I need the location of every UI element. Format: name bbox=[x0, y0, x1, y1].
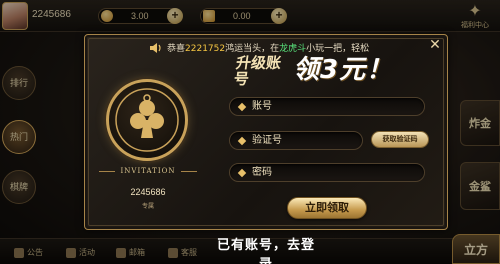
club-suit-icon bbox=[115, 88, 179, 152]
verification-code-input[interactable] bbox=[252, 132, 356, 149]
marquee-user-id: 2221752 bbox=[185, 44, 226, 54]
marquee-text: 鸿运当头，在 bbox=[225, 44, 280, 54]
marquee-text: 恭喜 bbox=[167, 44, 186, 54]
invite-sub-label: 专属 bbox=[141, 203, 154, 210]
headline-reward: 领3元！ bbox=[293, 55, 394, 85]
code-field bbox=[229, 131, 363, 150]
marquee-text: 小玩一把，轻松 bbox=[306, 44, 370, 54]
password-input[interactable] bbox=[252, 164, 418, 181]
invite-code: 2245686 bbox=[130, 187, 166, 197]
upgrade-account-dialog: 恭喜2221752鸿运当头，在龙虎斗小玩一把，轻松 ✕ INVITATION 2… bbox=[84, 34, 448, 230]
diamond-bullet-icon bbox=[237, 136, 247, 146]
diamond-bullet-icon bbox=[237, 168, 247, 178]
get-code-button[interactable]: 获取验证码 bbox=[371, 131, 429, 148]
password-field bbox=[229, 163, 425, 182]
club-emblem bbox=[106, 79, 188, 161]
headline-upgrade: 升级账号 bbox=[232, 54, 283, 88]
account-input[interactable] bbox=[252, 98, 418, 115]
go-login-link[interactable]: 已有账号，去登录 bbox=[211, 234, 321, 264]
invitation-label: INVITATION bbox=[95, 167, 201, 175]
marquee-game-name: 龙虎斗 bbox=[279, 44, 307, 54]
close-icon[interactable]: ✕ bbox=[427, 37, 443, 53]
claim-now-button[interactable]: 立即领取 bbox=[287, 197, 367, 219]
account-field bbox=[229, 97, 425, 116]
diamond-bullet-icon bbox=[237, 102, 247, 112]
